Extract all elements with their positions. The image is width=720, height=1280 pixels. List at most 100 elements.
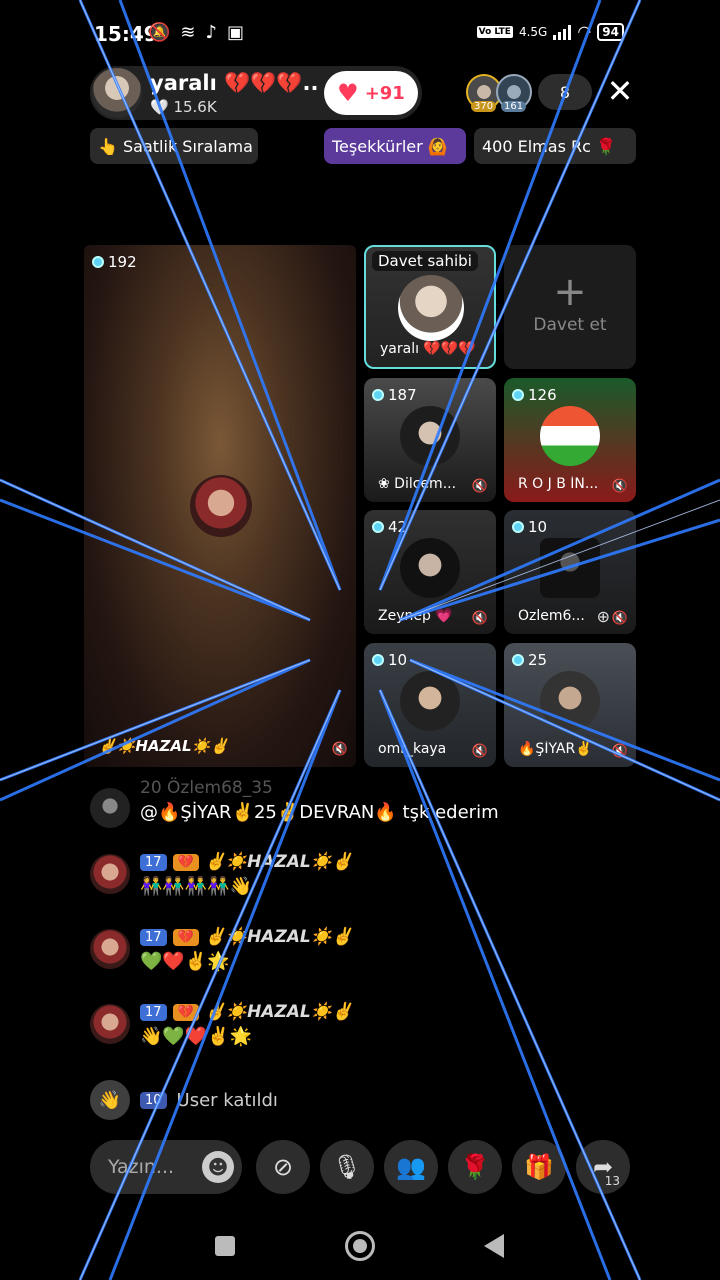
mic-muted-icon: 🔇 [471,611,488,626]
rose-icon: 🌹 [460,1153,490,1181]
seat-avatar[interactable] [540,671,600,731]
mic-muted-icon: 🔇 [471,744,488,759]
bell-off-icon: 🔕 [148,22,171,43]
seat-gems: 10 [372,651,407,669]
chat-avatar[interactable] [90,929,130,969]
mic-off-button[interactable]: 🎙 [320,1140,374,1194]
viewer-count[interactable]: 8 [538,74,592,110]
add-friend-icon[interactable]: ⊕ [597,607,610,626]
seat-avatar[interactable] [400,406,460,466]
mic-off-icon: 🎙 [331,1153,363,1181]
chat-username[interactable]: ✌️☀️HAZAL☀️✌️ [205,1002,353,1022]
emoji-icon[interactable]: ☻ [202,1151,234,1183]
home-button[interactable] [345,1231,375,1261]
guests-button[interactable]: 👥 [384,1140,438,1194]
seat-name: yaralı 💔💔💔😭 [380,341,476,357]
system-nav-bar [0,1222,720,1270]
gem-count: 10 [528,518,548,536]
chat-input[interactable]: Yazın... ☻ [90,1140,242,1194]
chat-text: 👋💚❤️✌️🌟 [140,1026,253,1047]
seat-gems: 25 [512,651,547,669]
tiktok-icon: ♪ [205,22,218,43]
hourly-ranking-chip[interactable]: 👆 Saatlik Sıralama [90,128,258,164]
seat-avatar[interactable] [540,406,600,466]
mic-muted-icon: 🔇 [611,479,628,494]
host-likes: 🤍 15.6K [150,97,217,116]
host-seat[interactable]: Davet sahibi yaralı 💔💔💔😭 [364,245,496,369]
thanks-chip[interactable]: Teşekkürler 🙆 [324,128,466,164]
heart-badge-icon: 💔 [172,853,199,871]
battery-saver-icon: ▣ [227,22,245,43]
gem-icon [372,521,384,533]
seat-gems: 187 [372,386,417,404]
follow-button[interactable]: ♥ +91 [324,71,418,115]
chat-avatar[interactable] [90,788,130,828]
seat-name: R O J B İN... [518,476,599,492]
viewer-rank: 161 [501,101,527,112]
guest-seat[interactable]: 126 R O J B İN... 🔇 [504,378,636,502]
seat-avatar[interactable] [540,538,600,598]
video-off-icon: ⊘ [272,1153,294,1181]
seat-avatar[interactable] [190,475,252,537]
gift-button[interactable]: 🎁 [512,1140,566,1194]
guest-seat[interactable]: 10 Özlem6... ⊕ 🔇 [504,510,636,634]
chat-input-placeholder: Yazın... [108,1156,175,1178]
invite-seat[interactable]: + Davet et [504,245,636,369]
mic-muted-icon: 🔇 [611,744,628,759]
share-count: 13 [604,1174,620,1188]
main-seat[interactable]: 192 ✌️☀️HAZAL☀️✌️ 🔇 [84,245,356,767]
level-badge: 17 [140,853,167,871]
guest-seat[interactable]: 25 🔥ŞİYAR✌️ 🔇 [504,643,636,767]
share-button[interactable]: ➦ 13 [576,1140,630,1194]
rose-gift-button[interactable]: 🌹 [448,1140,502,1194]
recents-button[interactable] [215,1236,235,1256]
video-off-button[interactable]: ⊘ [256,1140,310,1194]
guest-seat[interactable]: 10 omr_kaya 🔇 [364,643,496,767]
viewer-avatar[interactable]: 161 [496,74,532,112]
seat-avatar[interactable] [398,275,464,341]
chat-avatar[interactable] [90,854,130,894]
chat-faded-line: 20 Özlem68_35 [140,778,273,798]
wave-icon[interactable]: 👋 [90,1080,130,1120]
gift-icon: 🎁 [524,1153,554,1181]
host-profile[interactable]: yaralı 💔💔💔... 🤍 15.6K ♥ +91 [90,66,422,120]
chat-username[interactable]: ✌️☀️HAZAL☀️✌️ [205,927,353,947]
top-viewers[interactable]: 370 161 8 [466,74,592,112]
guest-seat[interactable]: 42 Zeynep 💗 🔇 [364,510,496,634]
diamonds-chip[interactable]: 400 Elmas Rc 🌹 [474,128,636,164]
seat-gems: 126 [512,386,557,404]
mic-muted-icon: 🔇 [471,479,488,494]
status-bar: 15:49 🔕 ≋ ♪ ▣ Vo LTE 4.5G ◠ 94 [0,18,720,54]
gem-count: 10 [388,651,408,669]
seat-avatar[interactable] [400,671,460,731]
chat-text: 💚❤️✌️🌟 [140,951,230,972]
chat-username[interactable]: ✌️☀️HAZAL☀️✌️ [205,852,353,872]
notification-icons: 🔕 ≋ ♪ ▣ [148,22,244,43]
seat-gems: 192 [92,253,137,271]
close-icon[interactable]: ✕ [604,75,636,108]
bottom-bar: Yazın... ☻ ⊘ 🎙 👥 🌹 🎁 ➦ 13 [90,1140,636,1194]
seat-avatar[interactable] [400,538,460,598]
users-icon: 👥 [396,1153,426,1181]
host-avatar[interactable] [90,66,144,120]
seat-name: Özlem6... [518,608,585,624]
heart-icon: ♥ [337,79,359,107]
battery-icon: 94 [597,22,624,41]
host-badge: Davet sahibi [372,251,478,271]
back-button[interactable] [484,1234,504,1258]
plus-icon: + [553,269,587,315]
level-badge: 10 [140,1091,167,1109]
host-name: yaralı 💔💔💔... [150,70,320,95]
seat-gems: 42 [372,518,407,536]
join-notice: 👋 10 User katıldı [90,1080,278,1120]
chat-avatar[interactable] [90,1004,130,1044]
seat-gems: 10 [512,518,547,536]
gem-count: 25 [528,651,548,669]
layers-icon: ≋ [180,22,196,43]
level-badge: 17 [140,928,167,946]
gem-icon [372,389,384,401]
viewer-rank: 370 [471,101,497,112]
gem-count: 42 [388,518,408,536]
network-type: 4.5G [518,24,548,39]
guest-seat[interactable]: 187 ❀ Dilcem... 🔇 [364,378,496,502]
